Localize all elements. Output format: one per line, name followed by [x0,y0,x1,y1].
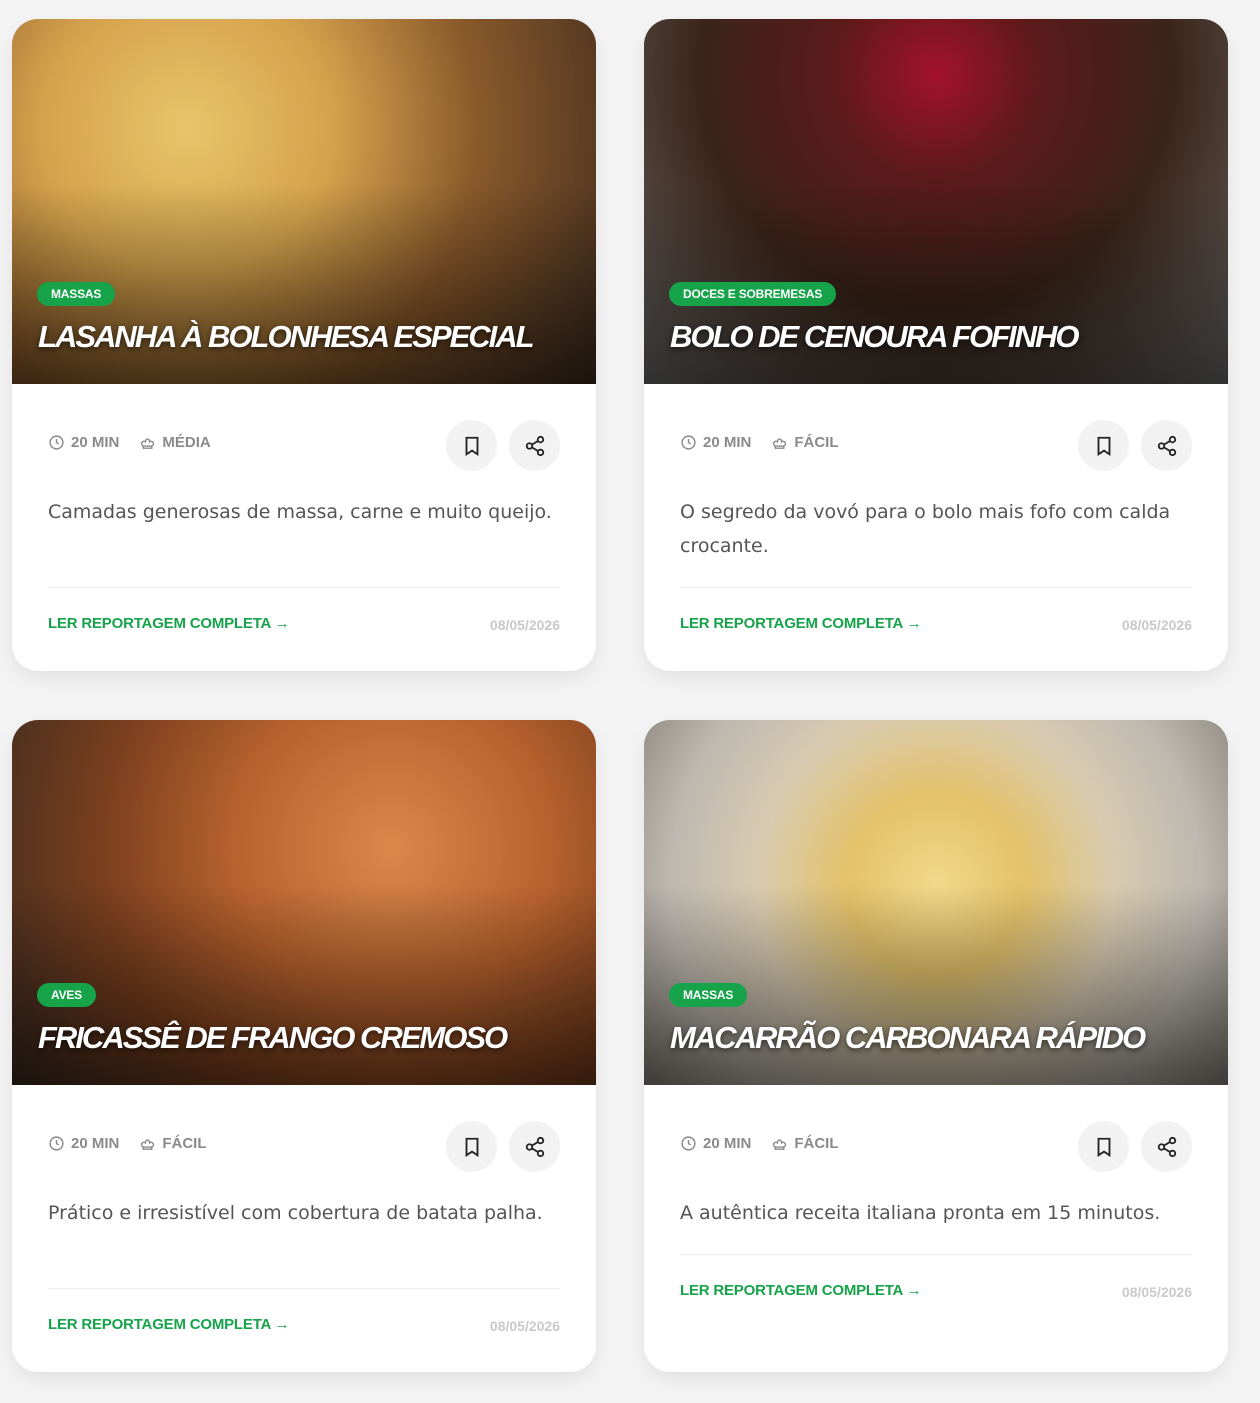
chef-hat-icon [773,438,787,449]
divider [680,587,1192,588]
share-button[interactable] [509,420,560,471]
divider [680,1254,1192,1255]
prep-time: 20 MIN [71,1135,120,1152]
recipe-card[interactable]: MASSAS MACARRÃO CARBONARA RÁPIDO 20 MIN … [644,720,1228,1372]
recipe-meta: 20 MIN FÁCIL [48,1135,207,1152]
clock-icon [49,435,64,450]
clock-icon [681,435,696,450]
recipe-description: Camadas generosas de massa, carne e muit… [48,501,552,523]
recipe-image[interactable]: MASSAS LASANHA À BOLONHESA ESPECIAL [12,19,596,384]
recipe-meta: 20 MIN FÁCIL [680,1135,839,1152]
bookmark-button[interactable] [446,1121,497,1172]
read-more-link[interactable]: LER REPORTAGEM COMPLETA → [680,1282,922,1299]
clock-icon [681,1136,696,1151]
publish-date: 08/05/2026 [1121,617,1192,633]
chef-hat-icon [141,438,155,449]
recipe-description: O segredo da vovó para o bolo mais fofo … [680,501,1171,557]
prep-time: 20 MIN [703,1135,752,1152]
recipe-card[interactable]: AVES FRICASSÊ DE FRANGO CREMOSO 20 MIN F… [12,720,596,1372]
divider [48,1288,560,1289]
share-button[interactable] [509,1121,560,1172]
read-more-link[interactable]: LER REPORTAGEM COMPLETA → [48,615,290,632]
recipe-meta: 20 MIN FÁCIL [680,434,839,451]
difficulty: FÁCIL [162,1135,207,1152]
category-badge[interactable]: MASSAS [669,983,748,1007]
share-button[interactable] [1141,1121,1192,1172]
chef-hat-icon [141,1139,155,1150]
recipe-description: A autêntica receita italiana pronta em 1… [680,1202,1161,1224]
bookmark-icon [1097,1137,1110,1157]
read-more-link[interactable]: LER REPORTAGEM COMPLETA → [48,1316,290,1333]
category-badge[interactable]: DOCES E SOBREMESAS [669,282,837,306]
bookmark-icon [465,436,478,456]
publish-date: 08/05/2026 [489,1318,560,1334]
difficulty: MÉDIA [162,434,211,451]
category-badge[interactable]: AVES [37,983,96,1007]
clock-icon [49,1136,64,1151]
share-icon [525,435,544,456]
bookmark-icon [1097,436,1110,456]
prep-time: 20 MIN [71,434,120,451]
recipe-image[interactable]: MASSAS MACARRÃO CARBONARA RÁPIDO [644,720,1228,1085]
bookmark-button[interactable] [1078,420,1129,471]
recipe-title[interactable]: MACARRÃO CARBONARA RÁPIDO [670,1020,1146,1056]
recipe-title[interactable]: BOLO DE CENOURA FOFINHO [670,319,1080,355]
bookmark-button[interactable] [446,420,497,471]
share-button[interactable] [1141,420,1192,471]
recipe-card[interactable]: DOCES E SOBREMESAS BOLO DE CENOURA FOFIN… [644,19,1228,671]
read-more-link[interactable]: LER REPORTAGEM COMPLETA → [680,615,922,632]
share-icon [1157,435,1176,456]
publish-date: 08/05/2026 [1121,1284,1192,1300]
difficulty: FÁCIL [794,1135,839,1152]
category-badge[interactable]: MASSAS [37,282,116,306]
recipe-description: Prático e irresistível com cobertura de … [48,1202,543,1224]
recipe-title[interactable]: LASANHA À BOLONHESA ESPECIAL [38,319,535,355]
prep-time: 20 MIN [703,434,752,451]
recipe-card[interactable]: MASSAS LASANHA À BOLONHESA ESPECIAL 20 M… [12,19,596,671]
recipe-title[interactable]: FRICASSÊ DE FRANGO CREMOSO [38,1020,508,1056]
bookmark-icon [465,1137,478,1157]
recipe-image[interactable]: AVES FRICASSÊ DE FRANGO CREMOSO [12,720,596,1085]
share-icon [1157,1136,1176,1157]
publish-date: 08/05/2026 [489,617,560,633]
recipe-grid: MASSAS LASANHA À BOLONHESA ESPECIAL 20 M… [0,0,1260,1403]
share-icon [525,1136,544,1157]
recipe-meta: 20 MIN MÉDIA [48,434,211,451]
difficulty: FÁCIL [794,434,839,451]
divider [48,587,560,588]
bookmark-button[interactable] [1078,1121,1129,1172]
chef-hat-icon [773,1139,787,1150]
recipe-image[interactable]: DOCES E SOBREMESAS BOLO DE CENOURA FOFIN… [644,19,1228,384]
